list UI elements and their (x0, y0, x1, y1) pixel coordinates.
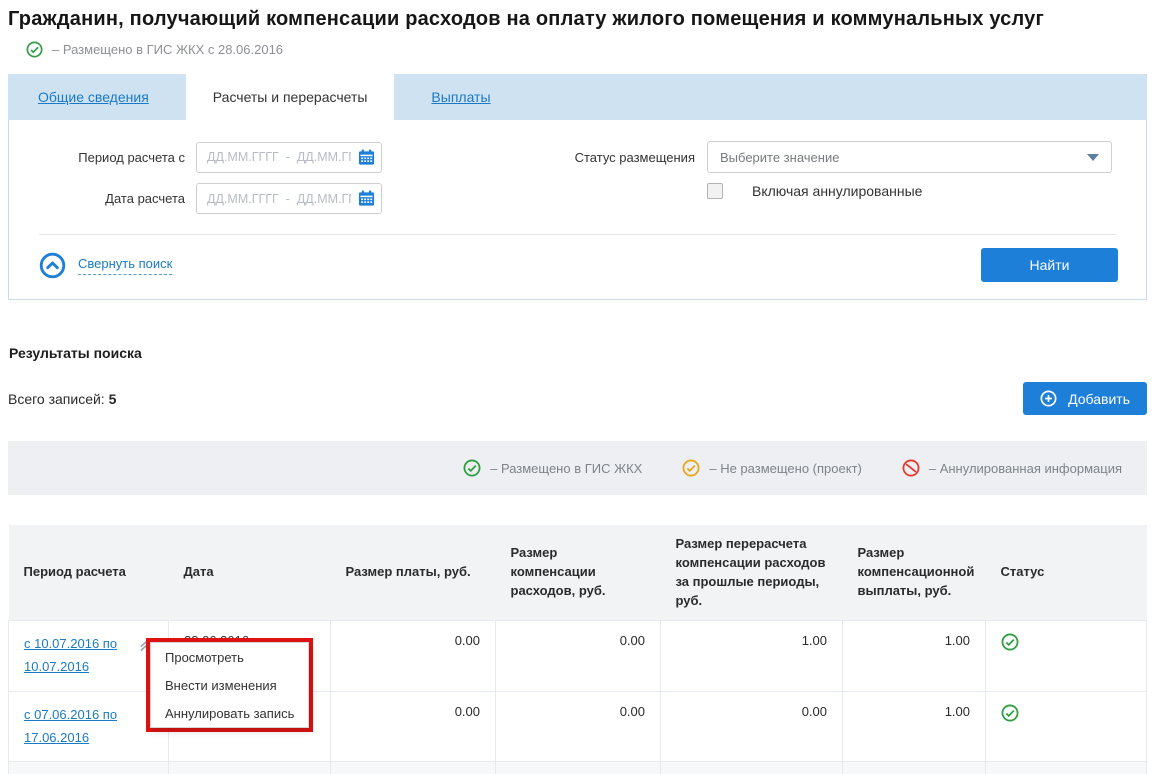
status-check-circle-green-icon (1001, 704, 1131, 722)
check-circle-green-icon (26, 41, 43, 58)
placement-status-label: Статус размещения (563, 150, 695, 165)
include-annulled-checkbox[interactable] (707, 183, 723, 199)
check-circle-green-icon (463, 459, 481, 477)
recalc-cell: 1.00 (661, 621, 843, 692)
pay-cell: 0.00 (331, 621, 496, 692)
menu-item-edit[interactable]: Внести изменения (151, 671, 308, 699)
chevron-down-icon (1087, 154, 1099, 161)
menu-item-annul[interactable]: Аннулировать запись (151, 699, 308, 727)
entity-status: – Размещено в ГИС ЖКХ с 28.06.2016 (26, 41, 1147, 58)
payout-cell: 1.00 (843, 621, 986, 692)
add-button-label: Добавить (1068, 391, 1130, 407)
plus-circle-icon (1040, 390, 1057, 407)
period-from-label: Период расчета с (37, 150, 185, 165)
collapse-search-link[interactable]: Свернуть поиск (78, 256, 172, 275)
status-check-circle-green-icon (1001, 633, 1131, 651)
payout-cell: 1.00 (843, 691, 986, 762)
panel-divider (39, 234, 1116, 235)
compensation-cell: 0.00 (496, 621, 661, 692)
placement-status-value: Выберите значение (720, 150, 839, 165)
calendar-icon[interactable] (358, 149, 375, 166)
period-link[interactable]: с 10.07.2016 по 10.07.2016 (24, 633, 129, 679)
ban-red-icon (902, 459, 920, 477)
legend-placed: – Размещено в ГИС ЖКХ (463, 459, 642, 477)
legend-annulled: – Аннулированная информация (902, 459, 1122, 477)
row-context-menu: Просмотреть Внести изменения Аннулироват… (150, 642, 309, 728)
col-period: Период расчета (9, 525, 169, 621)
add-button[interactable]: Добавить (1023, 382, 1147, 415)
entity-status-text: – Размещено в ГИС ЖКХ с 28.06.2016 (52, 42, 283, 57)
results-heading: Результаты поиска (9, 345, 1147, 361)
check-circle-yellow-icon (682, 459, 700, 477)
total-records-value: 5 (109, 391, 117, 407)
include-annulled-label: Включая аннулированные (752, 183, 922, 199)
find-button[interactable]: Найти (981, 248, 1118, 282)
col-recalc: Размер перерасчета компенсации расходов … (661, 525, 843, 621)
tab-payments[interactable]: Выплаты (431, 89, 490, 105)
table-header-row: Период расчета Дата Размер платы, руб. Р… (9, 525, 1147, 621)
tab-general-info[interactable]: Общие сведения (38, 89, 149, 105)
search-panel: Период расчета с Статус размещения Выбер… (8, 120, 1147, 300)
total-records-label: Всего записей: (8, 391, 105, 407)
table-row (9, 762, 1147, 774)
tab-bar: Общие сведения Расчеты и перерасчеты Вып… (8, 74, 1147, 120)
status-legend: – Размещено в ГИС ЖКХ – Не размещено (пр… (8, 441, 1147, 495)
calc-date-range-input[interactable] (196, 183, 382, 214)
calendar-icon[interactable] (358, 190, 375, 207)
menu-item-view[interactable]: Просмотреть (151, 643, 308, 671)
pay-cell: 0.00 (331, 691, 496, 762)
col-compensation: Размер компенсации расходов, руб. (496, 525, 661, 621)
period-range-input[interactable] (196, 142, 382, 173)
tab-calculations[interactable]: Расчеты и перерасчеты (186, 74, 395, 120)
page-title: Гражданин, получающий компенсации расход… (8, 8, 1147, 31)
legend-draft: – Не размещено (проект) (682, 459, 862, 477)
period-link[interactable]: с 07.06.2016 по 17.06.2016 (24, 704, 153, 750)
col-payout: Размер компенсационной выплаты, руб. (843, 525, 986, 621)
recalc-cell: 0.00 (661, 691, 843, 762)
col-pay: Размер платы, руб. (331, 525, 496, 621)
total-records: Всего записей: 5 (8, 391, 116, 407)
col-status: Статус (986, 525, 1147, 621)
placement-status-select[interactable]: Выберите значение (707, 141, 1112, 173)
compensation-cell: 0.00 (496, 691, 661, 762)
col-date: Дата (169, 525, 331, 621)
calc-date-label: Дата расчета (37, 191, 185, 206)
collapse-search[interactable]: Свернуть поиск (39, 252, 172, 279)
collapse-circle-up-icon (39, 252, 66, 279)
